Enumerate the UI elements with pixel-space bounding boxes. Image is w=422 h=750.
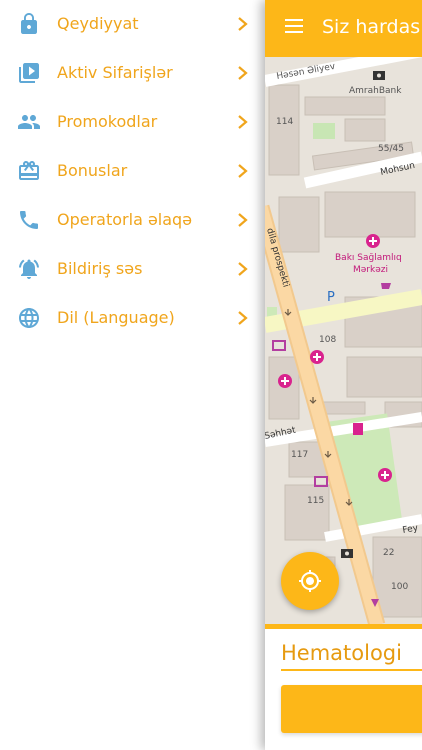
destination-input[interactable] [281,637,422,671]
lock-icon [21,13,37,34]
chevron-right-icon [238,262,248,276]
chevron-right-icon [238,311,248,325]
crosshair-icon [299,570,321,592]
people-icon [18,115,40,129]
chevron-right-icon [238,17,248,31]
app-bar: Siz hardas [265,0,422,57]
briefcase-play-icon [19,63,39,83]
bell-ring-icon [19,259,39,279]
house-number: 114 [276,117,293,127]
menu-item-label: Operatorla əlaqə [57,210,193,229]
parking-label: P [327,290,335,305]
clinic-label: Mərkəzi [353,265,388,275]
chevron-right-icon [238,213,248,227]
gift-card-icon [19,161,39,180]
clinic-label: Bakı Sağlamlıq [335,253,402,263]
menu-item-label: Bildiriş səs [57,259,143,278]
hamburger-menu-icon[interactable] [285,19,303,33]
house-number: 55/45 [378,144,404,154]
menu-item-label: Qeydiyyat [57,14,139,33]
menu-item-label: Bonuslar [57,161,128,180]
menu-item-promocodes[interactable]: Promokodlar [0,102,265,142]
menu-item-label: Promokodlar [57,112,158,131]
house-number: 108 [319,335,336,345]
house-number: 115 [307,496,324,506]
navigation-drawer: Qeydiyyat Aktiv Sifarişlər Promokodlar B… [0,0,265,750]
chevron-right-icon [238,164,248,178]
menu-item-bonuses[interactable]: Bonuslar [0,151,265,191]
chevron-right-icon [238,115,248,129]
menu-item-notification-sound[interactable]: Bildiriş səs [0,249,265,289]
app-bar-title: Siz hardas [322,16,421,38]
phone-icon [20,211,38,229]
menu-item-contact-operator[interactable]: Operatorla əlaqə [0,200,265,240]
menu-item-registration[interactable]: Qeydiyyat [0,4,265,44]
my-location-button[interactable] [281,552,339,610]
chevron-right-icon [238,66,248,80]
map-view[interactable]: P Həsən Əliyev AmrahBank 114 55/45 Mohsu… [265,57,422,625]
destination-panel [265,629,422,750]
menu-item-active-orders[interactable]: Aktiv Sifarişlər [0,53,265,93]
bank-label: AmrahBank [349,86,402,96]
menu-item-label: Dil (Language) [57,308,175,327]
house-number: 117 [291,450,308,460]
house-number: 100 [391,582,408,592]
house-number: 22 [383,548,394,558]
order-button[interactable] [281,685,422,733]
menu-item-language[interactable]: Dil (Language) [0,298,265,338]
globe-icon [19,308,39,328]
main-screen: Siz hardas P Həsən Əliyev AmrahBank 114 … [265,0,422,750]
menu-item-label: Aktiv Sifarişlər [57,63,173,82]
